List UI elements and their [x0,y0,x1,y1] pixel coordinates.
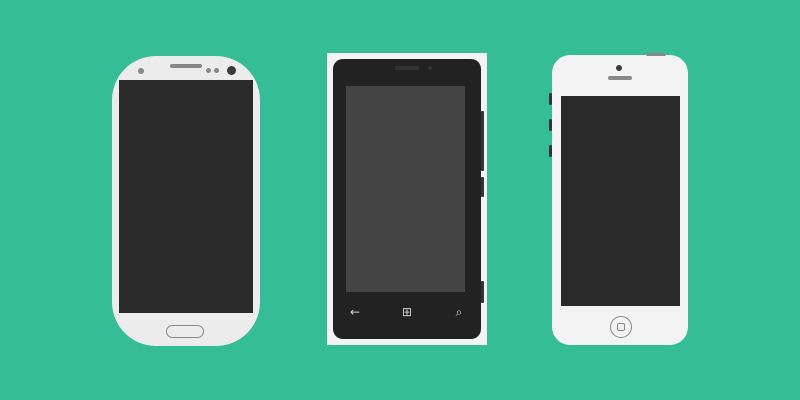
front-camera-icon [616,65,622,71]
front-camera-icon [227,66,236,75]
android-phone [112,56,260,346]
earpiece-icon [608,76,632,80]
power-button [646,53,666,56]
camera-button [481,281,484,303]
home-button [610,316,632,338]
search-icon: ⌕ [455,305,463,319]
earpiece-icon [395,66,419,70]
windows-phone: ← ⊞ ⌕ [327,53,487,345]
light-sensor-icon [214,68,219,73]
back-icon: ← [349,305,361,319]
windows-logo-icon: ⊞ [401,305,413,319]
android-screen [119,80,253,313]
mute-switch [549,93,552,105]
iphone-screen [561,96,680,306]
volume-button [481,111,484,171]
home-button [166,325,204,338]
background-canvas: ← ⊞ ⌕ [0,0,800,400]
power-button [481,177,484,197]
light-sensor-icon [206,68,211,73]
windows-phone-screen [346,86,465,292]
earpiece-icon [170,64,202,68]
front-camera-icon [428,66,432,70]
volume-down-button [549,145,552,157]
iphone [549,53,688,345]
proximity-sensor-icon [138,68,144,74]
home-square-icon [617,323,625,331]
volume-up-button [549,119,552,131]
